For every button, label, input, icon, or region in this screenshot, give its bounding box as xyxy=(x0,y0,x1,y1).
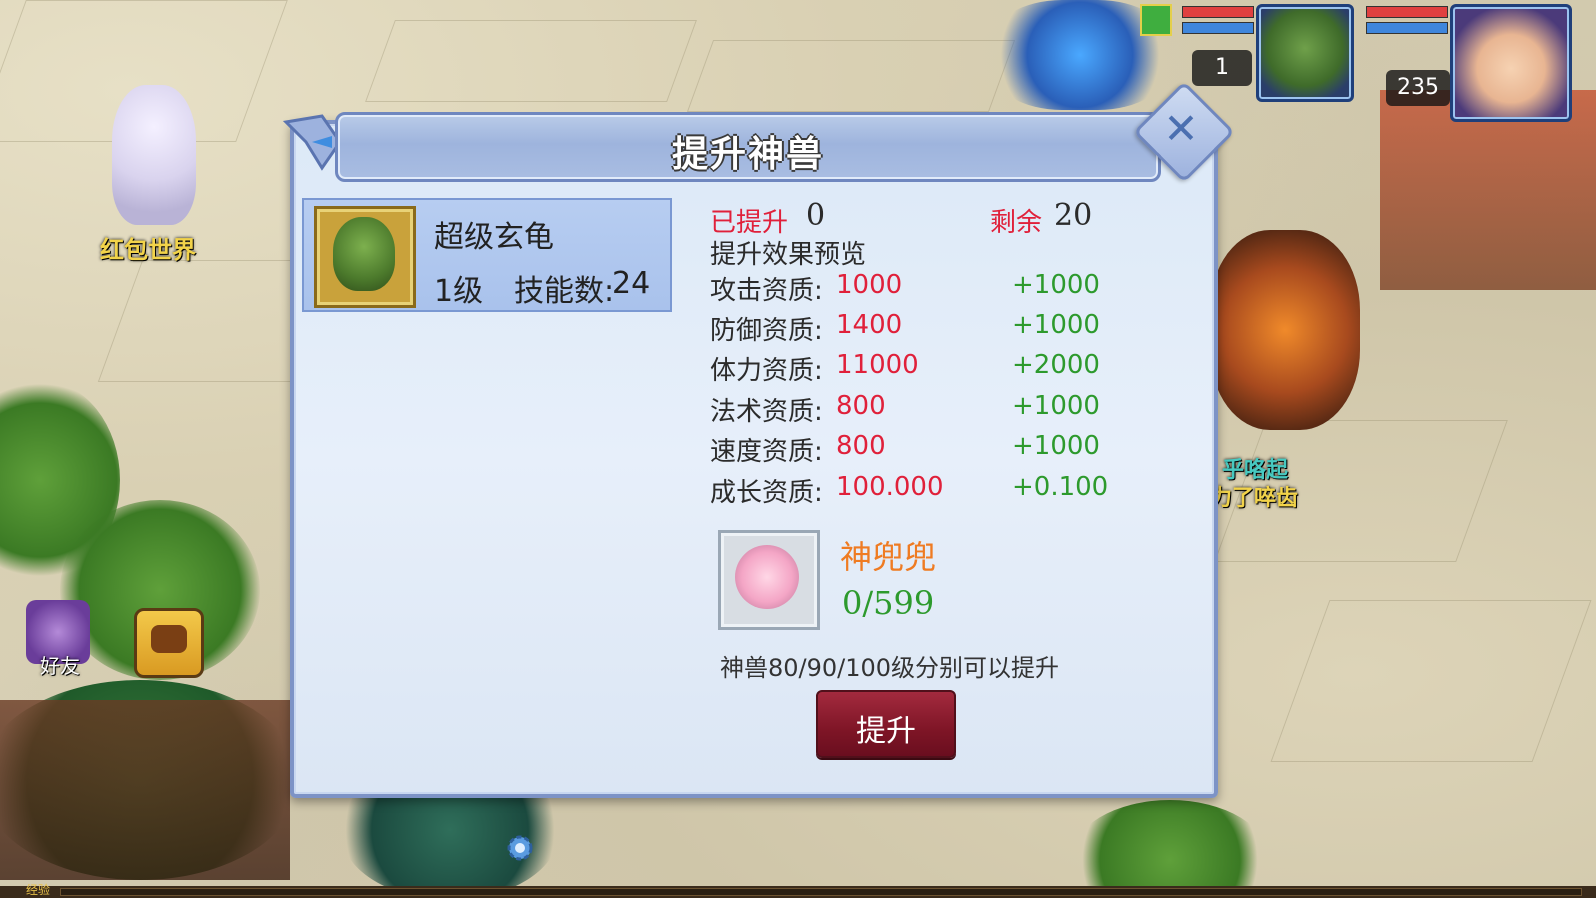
remaining-value: 20 xyxy=(1054,198,1093,233)
pet-skill-count: 24 xyxy=(612,266,651,301)
exp-bar xyxy=(60,888,1582,896)
player-hp-bar xyxy=(1366,6,1448,18)
stat-label: 速度资质: xyxy=(710,437,823,467)
pet-mp-bar xyxy=(1182,22,1254,34)
stat-value: 800 xyxy=(836,391,886,421)
player-portrait[interactable] xyxy=(1450,4,1572,122)
stat-label: 防御资质: xyxy=(710,316,823,346)
pet-skill-label: 技能数: xyxy=(514,274,615,309)
pet-level: 1级 xyxy=(434,274,484,309)
turtle-icon xyxy=(333,217,395,291)
stat-value: 800 xyxy=(836,431,886,461)
player-level-badge: 235 xyxy=(1386,70,1450,106)
required-item-slot[interactable] xyxy=(718,530,820,630)
stat-value: 11000 xyxy=(836,350,919,380)
stat-bonus: +1000 xyxy=(1012,310,1100,340)
friends-label: 好友 xyxy=(40,654,80,678)
remaining-label: 剩余 xyxy=(990,208,1043,238)
stat-label: 攻击资质: xyxy=(710,276,823,306)
gear-icon[interactable] xyxy=(504,832,536,864)
upgrade-hint: 神兽80/90/100级分别可以提升 xyxy=(720,654,1060,682)
stat-bonus: +1000 xyxy=(1012,431,1100,461)
stat-value: 1000 xyxy=(836,270,903,300)
required-item-count: 0/599 xyxy=(842,584,935,622)
stat-value: 100.000 xyxy=(836,472,944,502)
upgrade-button-label: 提升 xyxy=(856,714,916,749)
upgrade-button[interactable]: 提升 xyxy=(816,690,956,758)
pet-card[interactable]: 超级玄龟 1级 技能数: 24 xyxy=(302,198,672,312)
stat-label: 成长资质: xyxy=(710,478,823,508)
required-item-name: 神兜兜 xyxy=(840,538,937,576)
upgraded-value: 0 xyxy=(806,198,826,233)
stat-label: 体力资质: xyxy=(710,356,823,386)
pet-avatar xyxy=(314,206,416,308)
pet-hp-bar xyxy=(1182,6,1254,18)
exp-label: 经验 xyxy=(26,883,51,897)
dialog-title: 提升神兽 xyxy=(671,134,824,175)
stat-bonus: +0.100 xyxy=(1012,472,1109,502)
preview-label: 提升效果预览 xyxy=(710,240,867,270)
player-title-label: 力了啐齿 xyxy=(1210,486,1299,511)
npc-character[interactable] xyxy=(112,85,196,225)
stat-label: 法术资质: xyxy=(710,397,823,427)
dialog-header: 提升神兽 xyxy=(335,112,1161,182)
pet-portrait[interactable] xyxy=(1256,4,1354,102)
pet-name: 超级玄龟 xyxy=(434,220,554,255)
npc-name-label: 红包世界 xyxy=(100,236,196,264)
buff-icon[interactable] xyxy=(1140,4,1172,36)
stat-bonus: +2000 xyxy=(1012,350,1100,380)
monster-figure xyxy=(1210,230,1360,430)
stat-bonus: +1000 xyxy=(1012,391,1100,421)
chat-button[interactable] xyxy=(134,608,204,678)
close-icon[interactable]: ✕ xyxy=(1148,96,1214,162)
stat-value: 1400 xyxy=(836,310,903,340)
building xyxy=(0,700,290,880)
chat-bubble-icon xyxy=(151,625,187,653)
player-mp-bar xyxy=(1366,22,1448,34)
pet-level-badge: 1 xyxy=(1192,50,1252,86)
stat-bonus: +1000 xyxy=(1012,270,1100,300)
pig-icon xyxy=(735,545,799,609)
